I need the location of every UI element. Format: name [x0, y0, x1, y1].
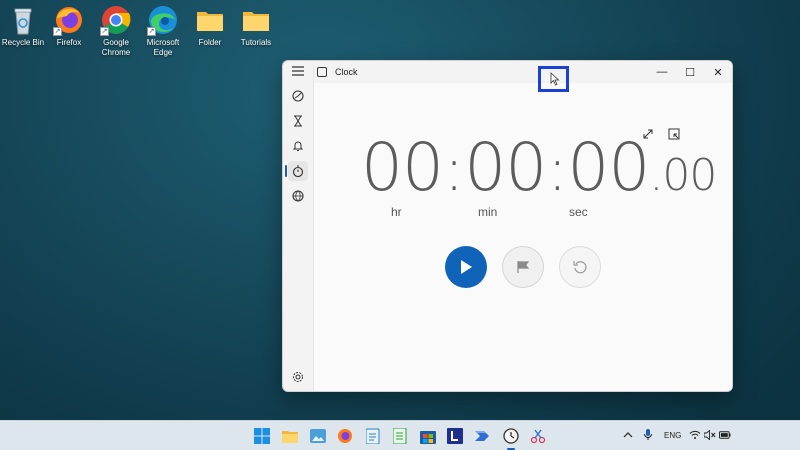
desktop-icon-firefox[interactable]: ↗ Firefox — [46, 4, 92, 48]
maximize-button[interactable]: ☐ — [676, 63, 704, 81]
minutes-value: 00 — [464, 129, 547, 206]
clock-window: Clock — ☐ ✕ 00 : 00 : 00 .00 hr min sec — [282, 60, 733, 392]
focus-sessions-icon[interactable] — [288, 86, 308, 106]
photos-icon[interactable] — [309, 427, 327, 445]
desktop-icon-recycle-bin[interactable]: Recycle Bin — [0, 4, 46, 48]
file-explorer-icon[interactable] — [281, 427, 299, 445]
minimize-button[interactable]: — — [648, 63, 676, 81]
clock-app-icon — [317, 67, 327, 77]
navigation-pane — [283, 61, 313, 391]
close-button[interactable]: ✕ — [704, 63, 732, 81]
microphone-icon[interactable] — [642, 429, 654, 441]
edge-icon: ↗ — [147, 4, 179, 36]
timer-icon[interactable] — [288, 111, 308, 131]
time-separator: : — [443, 135, 464, 205]
mouse-cursor-icon — [550, 72, 560, 86]
folder-icon — [194, 4, 226, 36]
flag-icon — [517, 261, 530, 273]
desktop-icon-label: Google Chrome — [101, 38, 131, 57]
shortcut-arrow-icon: ↗ — [100, 27, 109, 36]
hours-value: 00 — [361, 129, 444, 206]
show-hidden-icons-icon[interactable] — [622, 429, 634, 441]
desktop-icon-edge[interactable]: ↗ Microsoft Edge — [140, 4, 186, 58]
snipping-tool-icon[interactable] — [529, 427, 547, 445]
desktop-icon-label: Recycle Bin — [1, 38, 45, 47]
seconds-value: 00 — [567, 129, 650, 206]
active-indicator — [285, 165, 287, 177]
wifi-icon[interactable] — [689, 429, 701, 441]
stopwatch-display: 00 : 00 : 00 .00 — [361, 129, 717, 206]
unit-seconds-label: sec — [569, 205, 588, 219]
clock-icon[interactable] — [502, 427, 520, 445]
play-icon — [461, 260, 472, 274]
folder-icon — [240, 4, 272, 36]
unit-hours-label: hr — [391, 205, 402, 219]
gear-icon[interactable] — [288, 367, 308, 387]
hamburger-menu-icon[interactable] — [288, 61, 308, 81]
firefox-icon: ↗ — [53, 4, 85, 36]
start-button[interactable] — [445, 246, 487, 288]
l-app-icon[interactable] — [446, 427, 464, 445]
reset-button[interactable] — [559, 246, 601, 288]
world-clock-icon[interactable] — [288, 186, 308, 206]
desktop-icon-folder[interactable]: Folder — [187, 4, 233, 48]
microsoft-store-icon[interactable] — [419, 427, 437, 445]
reset-icon — [573, 261, 587, 274]
power-automate-icon[interactable] — [474, 427, 492, 445]
stopwatch-icon[interactable] — [288, 161, 308, 181]
language-indicator[interactable]: ENG — [664, 431, 681, 440]
firefox-icon[interactable] — [336, 427, 354, 445]
taskbar: ENG — [0, 420, 800, 450]
lap-button[interactable] — [502, 246, 544, 288]
windows-start-icon[interactable] — [253, 427, 271, 445]
volume-muted-icon[interactable] — [704, 429, 716, 441]
desktop-icon-tutorials[interactable]: Tutorials — [233, 4, 279, 48]
desktop-icon-chrome[interactable]: ↗ Google Chrome — [93, 4, 139, 58]
desktop-icon-label: Microsoft Edge — [146, 38, 180, 57]
desktop: Recycle Bin ↗ Firefox ↗ Google Chrome ↗ … — [0, 0, 800, 420]
desktop-icon-label: Folder — [198, 38, 222, 47]
shortcut-arrow-icon: ↗ — [147, 27, 156, 36]
recycle-bin-icon — [7, 4, 39, 36]
shortcut-arrow-icon: ↗ — [53, 27, 62, 36]
window-title: Clock — [335, 67, 358, 77]
time-separator: : — [547, 135, 567, 205]
stopwatch-page — [313, 61, 732, 391]
spreadsheet-icon[interactable] — [391, 427, 409, 445]
notepad-icon[interactable] — [364, 427, 382, 445]
alarm-icon[interactable] — [288, 136, 308, 156]
desktop-icon-label: Tutorials — [240, 38, 272, 47]
chrome-icon: ↗ — [100, 4, 132, 36]
battery-icon[interactable] — [719, 429, 731, 441]
hundredths-value: .00 — [649, 150, 717, 201]
unit-minutes-label: min — [478, 205, 498, 219]
desktop-icon-label: Firefox — [56, 38, 82, 47]
